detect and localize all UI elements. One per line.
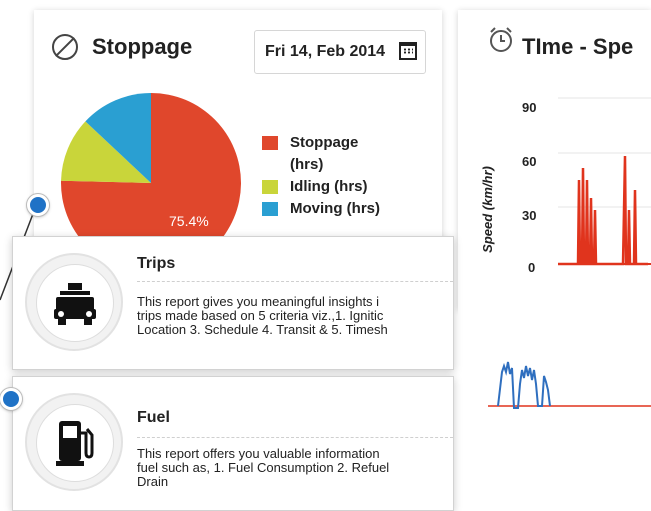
timeline-dot[interactable] (27, 194, 49, 216)
fuel-title: Fuel (137, 409, 170, 426)
date-value: Fri 14, Feb 2014 (265, 43, 386, 60)
legend-item-moving: Moving (hrs) (262, 198, 380, 220)
speed-series-line (558, 155, 648, 266)
divider (137, 437, 453, 438)
legend-label: Stoppage (290, 134, 359, 151)
legend-item-stoppage: Stoppage (hrs) (262, 132, 380, 176)
stoppage-pie-chart: 75.4% (61, 93, 241, 250)
date-picker[interactable]: Fri 14, Feb 2014 (254, 30, 426, 74)
desc-line: trips made based on 5 criteria viz.,1. I… (137, 308, 384, 323)
car-icon (54, 283, 96, 325)
legend-swatch (262, 180, 278, 194)
fuel-description: This report offers you valuable informat… (137, 446, 453, 489)
legend-item-idling: Idling (hrs) (262, 176, 380, 198)
speed-panel-lower (458, 310, 651, 420)
speed-line-chart (558, 97, 651, 266)
legend-label-cont: (hrs) (290, 156, 324, 173)
desc-line: Location 3. Schedule 4. Transit & 5. Tim… (137, 322, 388, 337)
calendar-icon[interactable] (399, 42, 417, 60)
trips-card[interactable]: Trips This report gives you meaningful i… (12, 236, 454, 370)
pie-legend: Stoppage (hrs) Idling (hrs) Moving (hrs) (262, 132, 380, 220)
fuel-pump-icon (56, 421, 94, 466)
desc-line: fuel such as, 1. Fuel Consumption 2. Ref… (137, 460, 390, 475)
divider (137, 281, 453, 282)
pie-percent-label: 75.4% (169, 213, 209, 229)
fuel-icon-badge (25, 393, 123, 491)
trips-description: This report gives you meaningful insight… (137, 294, 453, 337)
lower-series-line (497, 361, 551, 409)
desc-line: This report gives you meaningful insight… (137, 294, 380, 309)
trips-title: Trips (137, 255, 176, 272)
legend-label: Idling (hrs) (290, 178, 368, 195)
lower-speed-chart (488, 361, 651, 409)
timeline-dot[interactable] (0, 388, 22, 410)
trips-icon-badge (25, 253, 123, 351)
legend-label: Moving (hrs) (290, 200, 380, 217)
legend-swatch (262, 136, 278, 150)
speed-panel: TIme - Spe Speed (km/hr) 90 60 30 0 (458, 10, 651, 310)
fuel-card[interactable]: Fuel This report offers you valuable inf… (12, 376, 454, 511)
legend-swatch (262, 202, 278, 216)
desc-line: This report offers you valuable informat… (137, 446, 380, 461)
desc-line: Drain (137, 474, 169, 489)
